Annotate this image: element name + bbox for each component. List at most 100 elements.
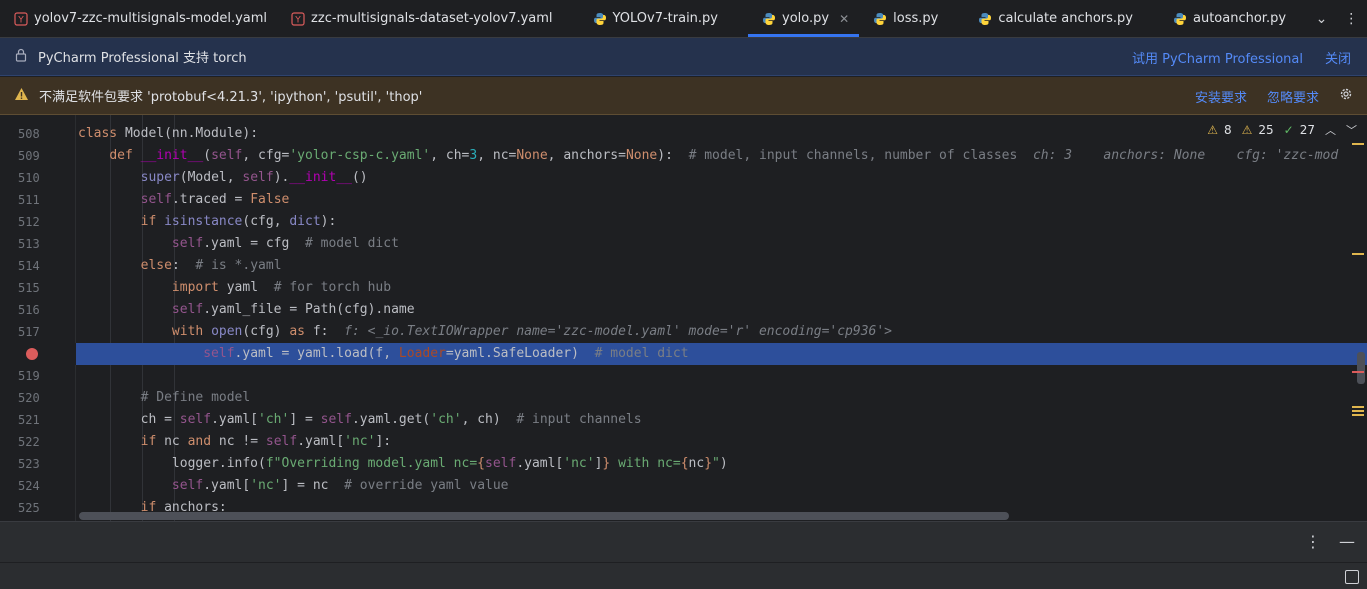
line-number: 512 — [18, 215, 40, 229]
code-line[interactable]: 510 super(Model, self).__init__() — [0, 167, 1367, 189]
code-line[interactable]: 514 else: # is *.yaml — [0, 255, 1367, 277]
inspection-widget[interactable]: ⚠ 8 ⚠ 25 ✓ 27 ︿ ﹀ — [1203, 121, 1357, 139]
code-line-execution-point[interactable]: self.yaml = yaml.load(f, Loader=yaml.Saf… — [0, 343, 1367, 365]
warning-marker[interactable] — [1352, 410, 1364, 412]
minimize-icon[interactable]: — — [1339, 532, 1355, 551]
warning-icon — [14, 87, 29, 105]
check-icon: ✓ — [1283, 123, 1294, 137]
yaml-icon: Y — [14, 11, 28, 26]
horizontal-scrollbar-thumb[interactable] — [79, 512, 1009, 520]
code-line[interactable]: 511 self.traced = False — [0, 189, 1367, 211]
code-text: self.traced = False — [140, 192, 290, 207]
line-number: 523 — [18, 457, 40, 471]
warning-marker[interactable] — [1352, 406, 1364, 408]
pycharm-pro-banner: PyCharm Professional 支持 torch 试用 PyCharm… — [0, 38, 1367, 76]
svg-text:Y: Y — [17, 15, 24, 25]
debug-inline-values: ch: 3 anchors: None cfg: 'zzc-mod — [1032, 148, 1339, 163]
tab-calculate-anchors-py[interactable]: calculate anchors.py — [948, 0, 1143, 37]
tab-label: zzc-multisignals-dataset-yolov7.yaml — [311, 11, 553, 26]
editor-tab-bar: Y yolov7-zzc-multisignals-model.yaml Y z… — [0, 0, 1367, 38]
tab-overflow-controls: ⌄ ⋮ — [1307, 0, 1367, 37]
banner-pro-text: PyCharm Professional 支持 torch — [38, 51, 247, 66]
debug-inline-values: f: <_io.TextIOWrapper name='zzc-model.ya… — [344, 324, 893, 339]
warning-marker[interactable] — [1352, 143, 1364, 145]
code-line[interactable]: 516 self.yaml_file = Path(cfg).name — [0, 299, 1367, 321]
code-line[interactable]: 524 self.yaml['nc'] = nc # override yaml… — [0, 475, 1367, 497]
close-icon[interactable]: ✕ — [839, 12, 849, 26]
requirements-text: 不满足软件包要求 'protobuf<4.21.3', 'ipython', '… — [39, 90, 423, 105]
code-text: ch = self.yaml['ch'] = self.yaml.get('ch… — [78, 412, 642, 427]
line-number: 522 — [18, 435, 40, 449]
weak-warning-icon: ⚠ — [1241, 123, 1253, 137]
code-line[interactable]: 522 if nc and nc != self.yaml['nc']: — [0, 431, 1367, 453]
line-number: 524 — [18, 479, 40, 493]
code-text: # Define model — [140, 390, 251, 405]
line-number: 513 — [18, 237, 40, 251]
lock-icon — [14, 48, 28, 66]
line-number: 510 — [18, 171, 40, 185]
status-bar — [0, 562, 1367, 589]
line-number: 519 — [18, 369, 40, 383]
code-text: def __init__(self, cfg='yolor-csp-c.yaml… — [109, 148, 1339, 163]
vertical-scrollbar-thumb[interactable] — [1357, 352, 1365, 384]
code-text: self.yaml_file = Path(cfg).name — [171, 302, 415, 317]
close-banner-link[interactable]: 关闭 — [1325, 48, 1351, 67]
warning-icon: ⚠ — [1207, 123, 1218, 137]
line-number: 521 — [18, 413, 40, 427]
ignore-requirements-link[interactable]: 忽略要求 — [1267, 87, 1319, 106]
error-marker[interactable] — [1352, 371, 1364, 373]
code-text: if isinstance(cfg, dict): — [140, 214, 337, 229]
code-text: if nc and nc != self.yaml['nc']: — [140, 434, 392, 449]
try-pro-link[interactable]: 试用 PyCharm Professional — [1132, 48, 1303, 67]
line-number: 508 — [18, 127, 40, 141]
code-line[interactable]: 520 # Define model — [0, 387, 1367, 409]
code-lines: 508 class Model(nn.Module): 509 def __in… — [0, 123, 1367, 519]
code-line[interactable]: 521 ch = self.yaml['ch'] = self.yaml.get… — [0, 409, 1367, 431]
more-vertical-icon[interactable]: ⋮ — [1344, 11, 1358, 27]
code-text: import yaml # for torch hub — [171, 280, 392, 295]
tab-zzc-multisignals-dataset-yolov7-yaml[interactable]: Y zzc-multisignals-dataset-yolov7.yaml — [277, 0, 562, 37]
python-icon — [873, 12, 887, 26]
layout-icon[interactable] — [1345, 570, 1359, 584]
code-editor[interactable]: 508 class Model(nn.Module): 509 def __in… — [0, 115, 1367, 521]
tab-label: yolo.py — [782, 11, 830, 26]
code-text: super(Model, self).__init__() — [140, 170, 368, 185]
code-line[interactable]: 517 with open(cfg) as f: f: <_io.TextIOW… — [0, 321, 1367, 343]
warning-marker[interactable] — [1352, 414, 1364, 416]
code-text: logger.info(f"Overriding model.yaml nc={… — [78, 456, 728, 471]
line-number: 517 — [18, 325, 40, 339]
tab-yolov7-zzc-multisignals-model-yaml[interactable]: Y yolov7-zzc-multisignals-model.yaml — [0, 0, 277, 37]
breakpoint-icon[interactable] — [26, 348, 38, 360]
more-vertical-icon[interactable]: ⋮ — [1305, 532, 1321, 551]
line-number: 511 — [18, 193, 40, 207]
line-number: 514 — [18, 259, 40, 273]
code-line[interactable]: 512 if isinstance(cfg, dict): — [0, 211, 1367, 233]
code-line[interactable]: 513 self.yaml = cfg # model dict — [0, 233, 1367, 255]
warning-marker[interactable] — [1352, 253, 1364, 255]
chevron-down-icon[interactable]: ﹀ — [1346, 122, 1357, 138]
line-number-breakpoint[interactable] — [0, 343, 76, 365]
tab-loss-py[interactable]: loss.py — [859, 0, 948, 37]
code-line[interactable]: 508 class Model(nn.Module): — [0, 123, 1367, 145]
code-line[interactable]: 519 — [0, 365, 1367, 387]
code-text: self.yaml = cfg # model dict — [171, 236, 399, 251]
python-icon — [762, 12, 776, 26]
python-icon — [1173, 12, 1187, 26]
svg-text:Y: Y — [294, 15, 301, 25]
warning-count: 8 — [1223, 123, 1232, 137]
gear-icon[interactable] — [1339, 87, 1353, 105]
line-number: 509 — [18, 149, 40, 163]
tab-label: calculate anchors.py — [998, 11, 1133, 26]
code-line[interactable]: 523 logger.info(f"Overriding model.yaml … — [0, 453, 1367, 475]
tab-autoanchor-py[interactable]: autoanchor.py — [1143, 0, 1296, 37]
tab-yolov7-train-py[interactable]: YOLOv7-train.py — [563, 0, 728, 37]
code-text: else: # is *.yaml — [140, 258, 282, 273]
chevron-up-icon[interactable]: ︿ — [1325, 122, 1336, 138]
chevron-down-icon[interactable]: ⌄ — [1316, 11, 1328, 27]
line-number: 516 — [18, 303, 40, 317]
code-line[interactable]: 515 import yaml # for torch hub — [0, 277, 1367, 299]
code-line[interactable]: 509 def __init__(self, cfg='yolor-csp-c.… — [0, 145, 1367, 167]
line-number: 515 — [18, 281, 40, 295]
install-requirements-link[interactable]: 安装要求 — [1195, 87, 1247, 106]
tab-yolo-py[interactable]: yolo.py ✕ — [748, 0, 860, 37]
